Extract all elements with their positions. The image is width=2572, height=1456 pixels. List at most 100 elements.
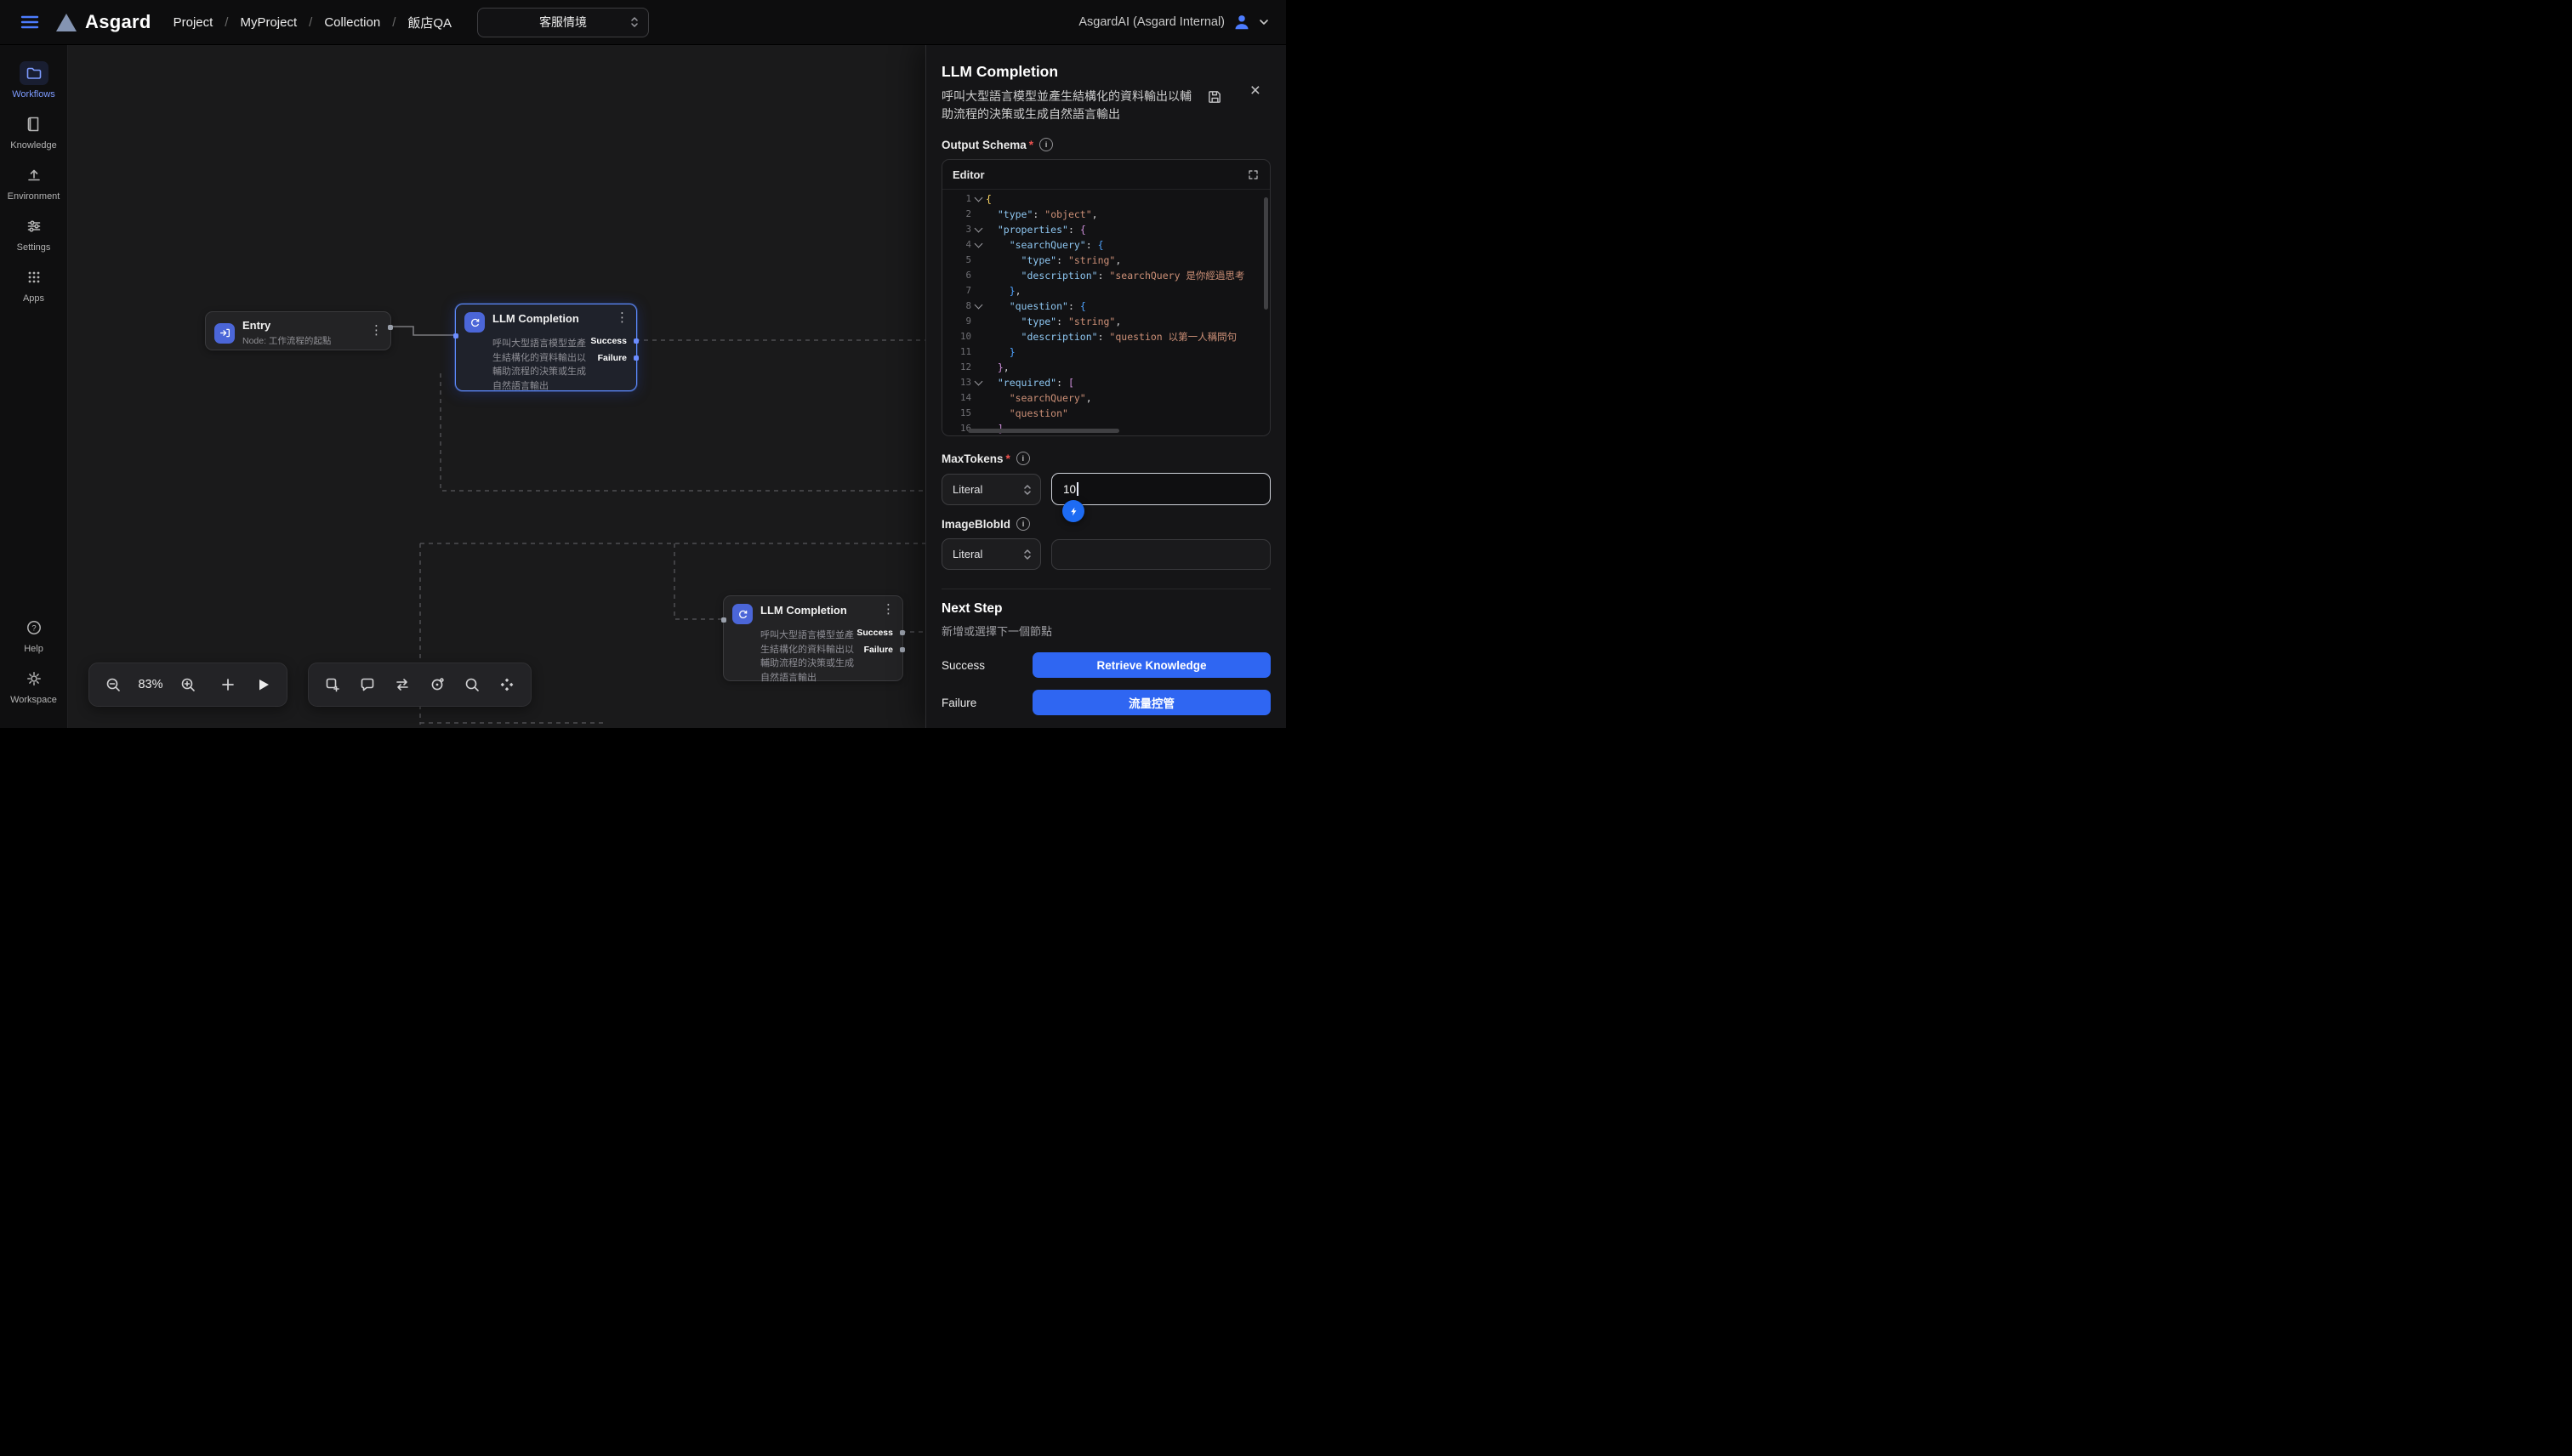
flow-control-button[interactable]: 流量控管 <box>1033 690 1271 715</box>
code-line[interactable]: 11 } <box>942 344 1270 360</box>
code-line[interactable]: 7 }, <box>942 283 1270 299</box>
imageblobid-mode-select[interactable]: Literal <box>942 538 1041 570</box>
input-port[interactable] <box>453 333 458 338</box>
line-number: 3 <box>942 222 971 237</box>
maxtokens-input[interactable]: 10 <box>1051 473 1271 505</box>
code-line[interactable]: 10 "description": "question 以第一人稱問句 <box>942 329 1270 344</box>
output-schema-label: Output Schema <box>942 139 1027 151</box>
line-number: 5 <box>942 253 971 268</box>
breadcrumb-current[interactable]: 飯店QA <box>407 14 452 31</box>
node-menu-icon[interactable]: ⋮ <box>882 603 895 616</box>
line-number: 8 <box>942 299 971 314</box>
ai-assist-badge[interactable] <box>1062 500 1084 522</box>
orbit-button[interactable] <box>421 668 453 701</box>
node-menu-icon[interactable]: ⋮ <box>616 311 629 324</box>
tools-toolbar <box>308 663 532 707</box>
editor-horizontal-scrollbar[interactable] <box>968 429 1119 433</box>
input-port[interactable] <box>721 617 726 623</box>
fold-chevron-icon[interactable] <box>971 191 986 207</box>
code-text: }, <box>986 283 1021 299</box>
account-menu[interactable]: AsgardAI (Asgard Internal) <box>1078 13 1269 31</box>
info-icon[interactable]: i <box>1039 138 1053 151</box>
success-port[interactable] <box>634 338 639 344</box>
code-line[interactable]: 2 "type": "object", <box>942 207 1270 222</box>
search-button[interactable] <box>456 668 488 701</box>
code-line[interactable]: 14 "searchQuery", <box>942 390 1270 406</box>
code-line[interactable]: 8 "question": { <box>942 299 1270 314</box>
success-port[interactable] <box>900 630 905 635</box>
navigator-button[interactable] <box>491 668 523 701</box>
editor-vertical-scrollbar[interactable] <box>1264 197 1268 310</box>
fold-chevron-icon[interactable] <box>971 299 986 314</box>
maxtokens-mode-select[interactable]: Literal <box>942 474 1041 505</box>
failure-port[interactable] <box>900 647 905 652</box>
code-line[interactable]: 13 "required": [ <box>942 375 1270 390</box>
breadcrumb-separator: / <box>392 15 395 30</box>
zoom-in-button[interactable] <box>172 668 204 701</box>
save-icon[interactable] <box>1207 88 1223 105</box>
code-line[interactable]: 5 "type": "string", <box>942 253 1270 268</box>
hamburger-menu-icon[interactable] <box>17 9 43 35</box>
sidebar-item-help[interactable]: ? Help <box>1 616 67 654</box>
breadcrumb-myproject[interactable]: MyProject <box>240 15 297 30</box>
node-llm-completion-2[interactable]: LLM Completion ⋮ 呼叫大型語言模型並產生結構化的資料輸出以輔助流… <box>723 595 903 681</box>
required-asterisk: * <box>1029 139 1033 151</box>
editor-label: Editor <box>953 168 985 181</box>
code-line[interactable]: 3 "properties": { <box>942 222 1270 237</box>
code-line[interactable]: 12 }, <box>942 360 1270 375</box>
sidebar-item-label: Help <box>24 644 43 654</box>
run-button[interactable] <box>247 668 279 701</box>
sidebar-item-environment[interactable]: Environment <box>1 163 67 202</box>
add-node-button[interactable] <box>316 668 349 701</box>
fold-chevron-icon[interactable] <box>971 222 986 237</box>
close-icon[interactable]: × <box>1250 82 1260 100</box>
node-description: 呼叫大型語言模型並產生結構化的資料輸出以輔助流程的決策或生成自然語言輸出 <box>760 628 861 685</box>
code-line[interactable]: 4 "searchQuery": { <box>942 237 1270 253</box>
node-entry[interactable]: Entry Node: 工作流程的起點 ⋮ <box>205 311 391 350</box>
node-header: LLM Completion <box>456 304 636 333</box>
environment-selector[interactable]: 客服情境 <box>477 8 649 37</box>
zoom-out-button[interactable] <box>97 668 129 701</box>
code-editor-body[interactable]: 1{2 "type": "object",3 "properties": {4 … <box>942 190 1270 436</box>
sidebar-item-workspace[interactable]: Workspace <box>1 667 67 705</box>
breadcrumb-collection[interactable]: Collection <box>324 15 380 30</box>
fold-chevron-icon[interactable] <box>971 375 986 390</box>
sidebar-item-settings[interactable]: Settings <box>1 214 67 253</box>
add-button[interactable] <box>212 668 244 701</box>
maxtokens-row: Literal 10 <box>942 473 1271 505</box>
code-line[interactable]: 9 "type": "string", <box>942 314 1270 329</box>
next-step-subtitle: 新增或選擇下一個節點 <box>942 623 1271 639</box>
sidebar-item-apps[interactable]: Apps <box>1 265 67 304</box>
node-menu-icon[interactable]: ⋮ <box>370 324 383 337</box>
maxtokens-label: MaxTokens <box>942 452 1004 465</box>
code-line[interactable]: 15 "question" <box>942 406 1270 421</box>
sidebar-item-label: Settings <box>17 242 51 253</box>
failure-port[interactable] <box>634 355 639 361</box>
sidebar-item-label: Workspace <box>10 695 57 705</box>
node-title: LLM Completion <box>760 604 847 617</box>
retrieve-knowledge-button[interactable]: Retrieve Knowledge <box>1033 652 1271 678</box>
sidebar-bottom-group: ? Help Workspace <box>1 616 67 728</box>
code-text: "type": "object", <box>986 207 1098 222</box>
breadcrumb-project[interactable]: Project <box>174 15 213 30</box>
info-icon[interactable]: i <box>1016 452 1030 465</box>
llm-node-icon <box>464 312 485 333</box>
code-line[interactable]: 1{ <box>942 191 1270 207</box>
sidebar-item-workflows[interactable]: Workflows <box>1 61 67 100</box>
output-port[interactable] <box>388 325 393 330</box>
swap-arrows-button[interactable] <box>386 668 418 701</box>
left-sidebar: Workflows Knowledge Environment <box>0 44 68 728</box>
line-number: 7 <box>942 283 971 299</box>
code-text: "type": "string", <box>986 314 1121 329</box>
comment-button[interactable] <box>351 668 384 701</box>
expand-icon[interactable] <box>1247 168 1260 181</box>
fold-chevron-icon[interactable] <box>971 237 986 253</box>
imageblobid-label: ImageBlobId <box>942 518 1010 531</box>
fold-spacer <box>971 314 986 329</box>
info-icon[interactable]: i <box>1016 517 1030 531</box>
node-llm-completion-1[interactable]: LLM Completion ⋮ 呼叫大型語言模型並產生結構化的資料輸出以輔助流… <box>455 304 637 391</box>
sidebar-item-knowledge[interactable]: Knowledge <box>1 112 67 151</box>
imageblobid-input[interactable] <box>1051 539 1271 570</box>
code-line[interactable]: 6 "description": "searchQuery 是你經過思考 <box>942 268 1270 283</box>
required-asterisk: * <box>1006 452 1010 465</box>
